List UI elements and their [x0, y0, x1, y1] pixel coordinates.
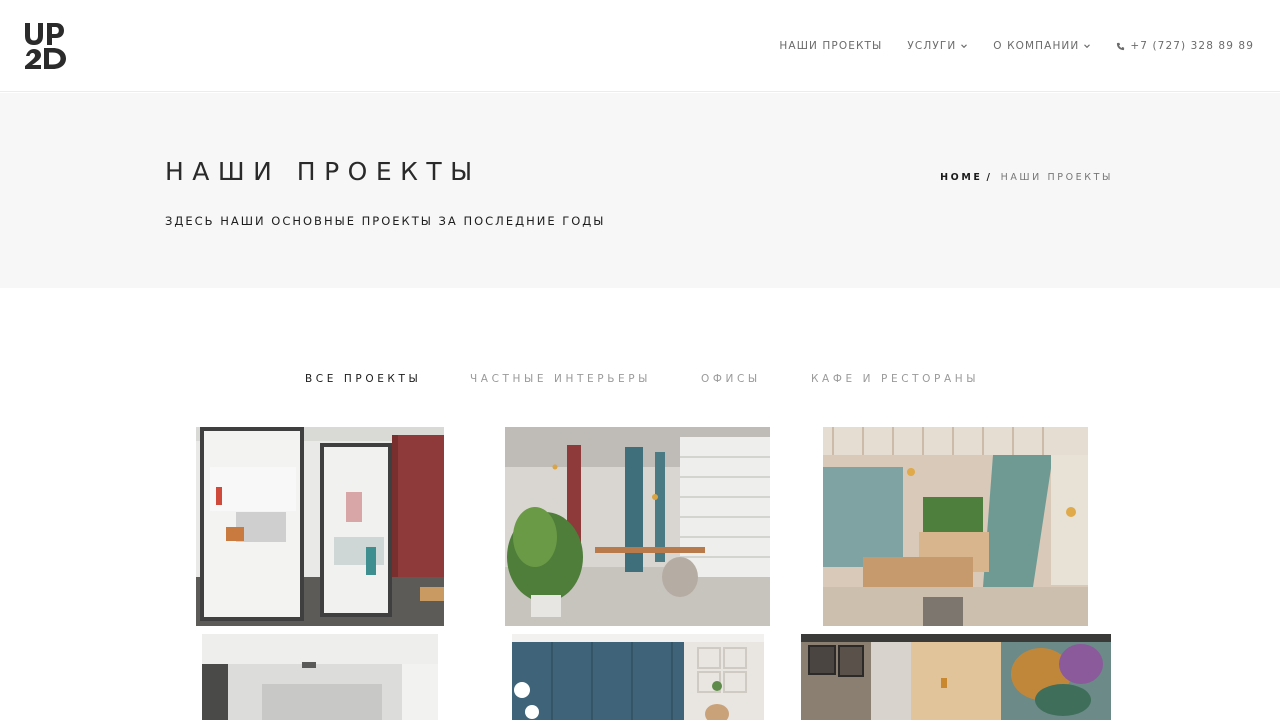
filter-private-interiors[interactable]: ЧАСТНЫЕ ИНТЕРЬЕРЫ: [470, 373, 651, 385]
logo[interactable]: [24, 22, 68, 70]
project-thumbnail[interactable]: [196, 427, 444, 626]
main-nav: НАШИ ПРОЕКТЫ УСЛУГИ О КОМПАНИИ +7 (727) …: [779, 38, 1254, 54]
project-image: [801, 634, 1111, 720]
breadcrumb-home-link[interactable]: HOME: [940, 172, 982, 183]
project-thumbnail[interactable]: [202, 634, 438, 720]
site-header: НАШИ ПРОЕКТЫ УСЛУГИ О КОМПАНИИ +7 (727) …: [0, 0, 1280, 92]
phone-icon: [1117, 42, 1125, 50]
nav-item-projects[interactable]: НАШИ ПРОЕКТЫ: [779, 40, 882, 52]
nav-item-label: НАШИ ПРОЕКТЫ: [779, 40, 883, 52]
breadcrumb-separator: /: [986, 172, 993, 183]
project-image: [505, 427, 770, 626]
chevron-down-icon: [1084, 44, 1091, 49]
nav-item-phone[interactable]: +7 (727) 328 89 89: [1116, 40, 1254, 52]
filter-offices[interactable]: ОФИСЫ: [701, 373, 761, 385]
project-thumbnail[interactable]: [823, 427, 1088, 626]
nav-item-services[interactable]: УСЛУГИ: [907, 40, 968, 52]
breadcrumb-current: НАШИ ПРОЕКТЫ: [1000, 172, 1113, 183]
filter-cafes-restaurants[interactable]: КАФЕ И РЕСТОРАНЫ: [811, 373, 979, 385]
project-thumbnail[interactable]: [505, 427, 770, 626]
logo-mark-icon: [25, 23, 66, 69]
nav-item-about[interactable]: О КОМПАНИИ: [993, 40, 1091, 52]
chevron-down-icon: [961, 44, 968, 49]
breadcrumb: HOME / НАШИ ПРОЕКТЫ: [940, 172, 1113, 183]
nav-item-label: О КОМПАНИИ: [993, 40, 1080, 52]
project-image: [823, 427, 1088, 626]
nav-item-label: УСЛУГИ: [907, 40, 957, 52]
project-image: [196, 427, 444, 626]
project-thumbnail[interactable]: [801, 634, 1111, 720]
phone-number: +7 (727) 328 89 89: [1130, 40, 1254, 52]
project-filters: ВСЕ ПРОЕКТЫ ЧАСТНЫЕ ИНТЕРЬЕРЫ ОФИСЫ КАФЕ…: [0, 373, 1280, 389]
project-image: [512, 634, 764, 720]
project-thumbnail[interactable]: [512, 634, 764, 720]
page-subtitle: ЗДЕСЬ НАШИ ОСНОВНЫЕ ПРОЕКТЫ ЗА ПОСЛЕДНИЕ…: [165, 214, 606, 228]
page-title-band: НАШИ ПРОЕКТЫ ЗДЕСЬ НАШИ ОСНОВНЫЕ ПРОЕКТЫ…: [0, 93, 1280, 288]
filter-all-projects[interactable]: ВСЕ ПРОЕКТЫ: [305, 373, 421, 385]
project-image: [202, 634, 438, 720]
page-title: НАШИ ПРОЕКТЫ: [165, 157, 481, 186]
